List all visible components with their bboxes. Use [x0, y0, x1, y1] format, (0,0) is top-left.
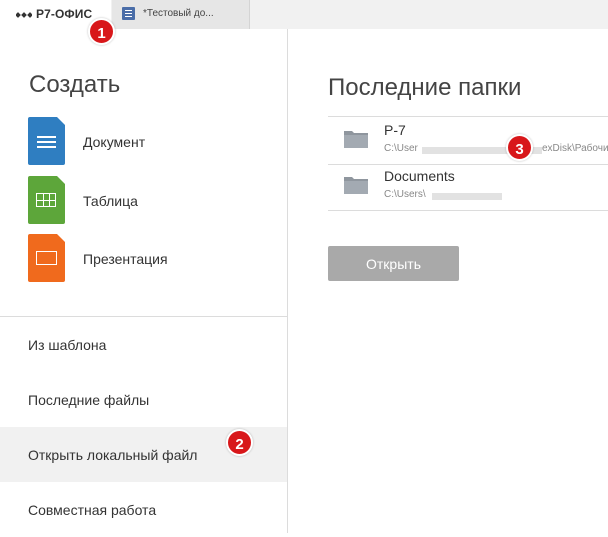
create-document-button[interactable]: Документ	[28, 117, 278, 165]
brand-name: Р7-ОФИС	[36, 7, 93, 21]
create-spreadsheet-label: Таблица	[83, 193, 138, 209]
folder-icon	[344, 131, 368, 148]
nav-item-label: Совместная работа	[28, 502, 157, 518]
folder-name: Documents	[384, 168, 455, 184]
sidebar: Создать Документ Таблица Презентация Из …	[0, 29, 288, 533]
recent-folders-title: Последние папки	[328, 74, 522, 101]
nav-item-recent-files[interactable]: Последние файлы	[0, 372, 287, 427]
tab-document-title: *Тестовый до...	[143, 8, 214, 19]
nav-item-label: Последние файлы	[28, 392, 150, 408]
create-spreadsheet-button[interactable]: Таблица	[28, 176, 278, 224]
nav-item-from-template[interactable]: Из шаблона	[0, 317, 287, 372]
annotation-badge-2: 2	[226, 429, 253, 456]
annotation-badge-1: 1	[88, 18, 115, 45]
redacted-path	[432, 193, 502, 200]
main-panel: Последние папки Р-7 C:\User exDisk\Рабоч…	[288, 29, 608, 533]
folder-path-end: exDisk\Рабочи	[542, 143, 608, 154]
annotation-badge-3: 3	[506, 134, 533, 161]
create-document-label: Документ	[83, 134, 146, 150]
folder-path-start: C:\User	[384, 143, 418, 154]
folder-row[interactable]: Documents C:\Users\	[328, 163, 608, 211]
spreadsheet-icon	[28, 176, 65, 224]
nav-item-label: Открыть локальный файл	[28, 447, 198, 463]
presentation-icon	[28, 234, 65, 282]
nav-item-collaboration[interactable]: Совместная работа	[0, 482, 287, 537]
create-presentation-label: Презентация	[83, 251, 168, 267]
folder-path: C:\Users\	[384, 189, 426, 200]
folder-row[interactable]: Р-7 C:\User exDisk\Рабочи	[328, 116, 608, 165]
nav-item-label: Из шаблона	[28, 337, 107, 353]
folder-path: C:\User	[384, 143, 418, 154]
open-button[interactable]: Открыть	[328, 246, 459, 281]
logo-icon	[16, 12, 32, 18]
folder-name: Р-7	[384, 122, 406, 138]
create-presentation-button[interactable]: Презентация	[28, 234, 278, 282]
tab-document[interactable]: *Тестовый до...	[112, 0, 250, 29]
folder-icon	[344, 177, 368, 194]
document-icon	[28, 117, 65, 165]
document-icon	[122, 7, 135, 20]
create-title: Создать	[29, 71, 121, 98]
